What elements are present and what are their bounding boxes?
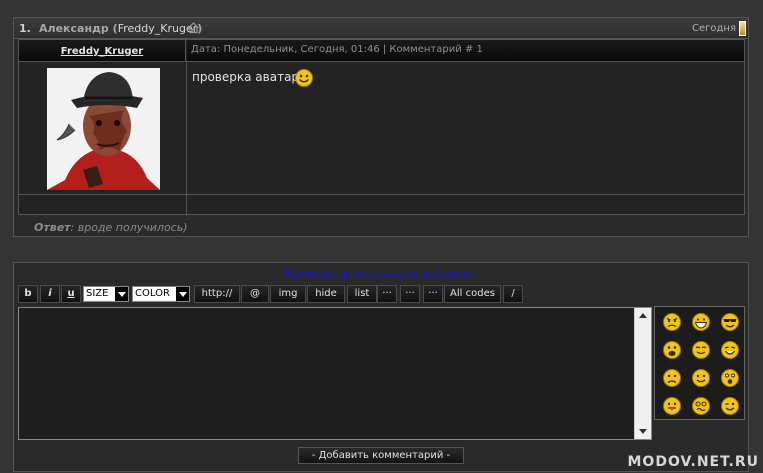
chevron-down-icon: [115, 287, 128, 301]
comment-number: 1.: [19, 22, 31, 35]
surprised-smiley-icon[interactable]: [720, 368, 740, 388]
post-table: Freddy_Kruger Дата: Понедельник, Сегодня…: [18, 39, 745, 216]
comment-author: Александр (Freddy_Kruger): [39, 22, 203, 35]
divider: [19, 61, 744, 62]
cry-smiley-icon[interactable]: [662, 340, 682, 360]
textarea-scrollbar[interactable]: [634, 308, 651, 439]
email-button[interactable]: @: [241, 285, 269, 303]
comment-meta: Дата: Понедельник, Сегодня, 01:46 | Комм…: [187, 40, 744, 61]
size-select[interactable]: SIZE: [83, 286, 129, 302]
laugh-smiley-icon[interactable]: [720, 340, 740, 360]
url-button[interactable]: http://: [194, 285, 240, 303]
user-cell: Freddy_Kruger: [19, 40, 186, 61]
home-icon[interactable]: [187, 21, 200, 34]
sad-smiley-icon[interactable]: [662, 368, 682, 388]
wacko-smiley-icon[interactable]: [691, 396, 711, 416]
comment-text: проверка аватара: [192, 70, 307, 84]
user-avatar: [47, 68, 160, 190]
scroll-down-icon[interactable]: [635, 423, 651, 439]
comment-input[interactable]: [18, 307, 652, 440]
author-login[interactable]: Freddy_Kruger: [118, 22, 198, 35]
comment-panel: 1. Александр (Freddy_Kruger) Сегодня Fre…: [13, 17, 749, 237]
happy-smiley-icon[interactable]: [691, 340, 711, 360]
angry-smiley-icon[interactable]: [662, 312, 682, 332]
tag-button-1[interactable]: ···: [377, 285, 397, 303]
tag-button-3[interactable]: ···: [423, 285, 443, 303]
reply-text: : вроде получилось): [70, 221, 188, 234]
watermark: MODOV.NET.RU: [627, 454, 759, 470]
comment-form: Комментарий успешно добавлен b i u SIZE …: [13, 262, 749, 472]
size-select-value: SIZE: [86, 288, 109, 299]
wink-smiley-icon[interactable]: [720, 396, 740, 416]
tag-button-2[interactable]: ···: [400, 285, 420, 303]
smiley-panel: [654, 306, 745, 420]
color-select-value: COLOR: [135, 288, 170, 299]
close-tags-button[interactable]: /: [503, 285, 523, 303]
comment-day: Сегодня: [692, 23, 736, 34]
divider: [19, 194, 744, 195]
img-button[interactable]: img: [270, 285, 306, 303]
underline-button[interactable]: u: [61, 285, 81, 303]
list-button[interactable]: list: [347, 285, 377, 303]
color-select[interactable]: COLOR: [132, 286, 190, 302]
reply-label: Ответ: [34, 221, 71, 234]
submit-comment-button[interactable]: - Добавить комментарий -: [298, 447, 464, 464]
reply: Ответ: вроде получилось): [34, 221, 188, 234]
italic-button[interactable]: i: [40, 285, 60, 303]
all-codes-button[interactable]: All codes: [444, 285, 501, 303]
scroll-up-icon[interactable]: [635, 308, 651, 324]
smile-icon: [295, 69, 313, 87]
comment-header: 1. Александр (Freddy_Kruger) Сегодня: [14, 18, 748, 39]
user-profile-link[interactable]: Freddy_Kruger: [61, 46, 143, 57]
biggrin-smiley-icon[interactable]: [691, 312, 711, 332]
author-name: Александр: [39, 22, 109, 35]
cool-smiley-icon[interactable]: [720, 312, 740, 332]
chevron-down-icon: [176, 287, 189, 301]
tongue-smiley-icon[interactable]: [662, 396, 682, 416]
divider: [186, 61, 187, 216]
smile-smiley-icon[interactable]: [691, 368, 711, 388]
success-message: Комментарий успешно добавлен: [284, 267, 478, 280]
hide-button[interactable]: hide: [307, 285, 345, 303]
rating-icon[interactable]: [739, 21, 746, 36]
bold-button[interactable]: b: [18, 285, 38, 303]
